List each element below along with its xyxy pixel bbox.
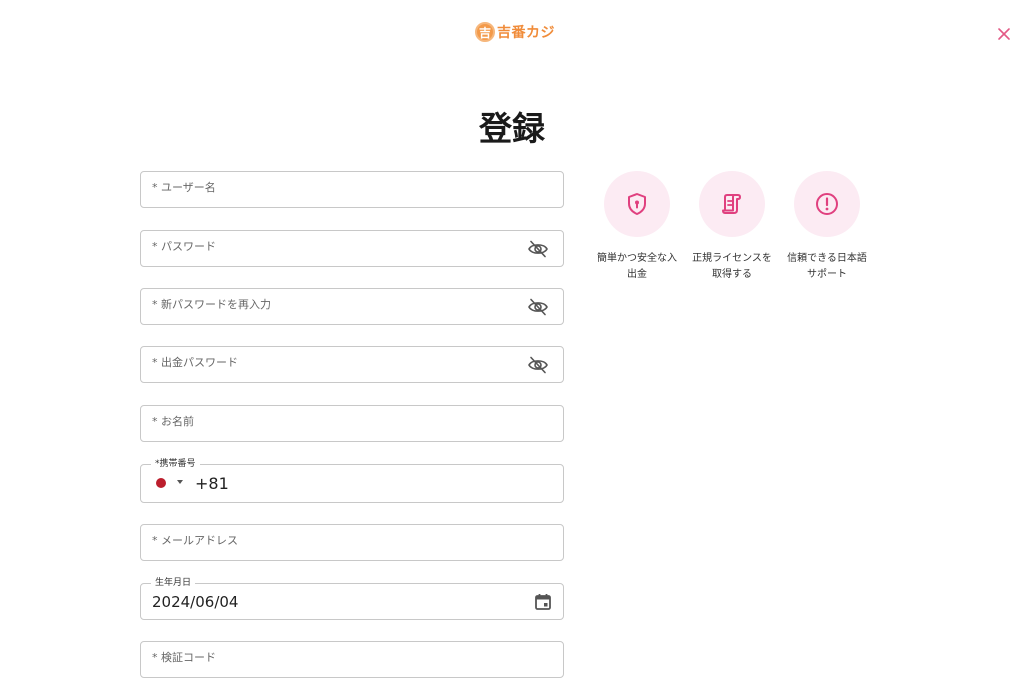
username-field[interactable]: * ユーザー名: [140, 171, 564, 208]
alert-circle-icon: [816, 193, 838, 215]
phone-legend: *携帯番号: [151, 458, 200, 470]
email-field[interactable]: * メールアドレス: [140, 524, 564, 561]
verification-code-placeholder: * 検証コード: [152, 651, 216, 664]
feature-label: 簡単かつ安全な入 出金: [597, 253, 677, 280]
eye-off-icon[interactable]: [527, 239, 549, 259]
feature-circle: [604, 171, 670, 237]
feature-circle: [699, 171, 765, 237]
chevron-down-icon[interactable]: [177, 480, 183, 484]
shield-icon: [628, 193, 646, 215]
birthday-field[interactable]: 生年月日 2024/06/04: [140, 577, 564, 620]
email-placeholder: * メールアドレス: [152, 534, 238, 547]
logo-mark: 吉: [475, 22, 495, 42]
birthday-legend: 生年月日: [151, 577, 196, 589]
username-placeholder: * ユーザー名: [152, 181, 216, 194]
name-placeholder: * お名前: [152, 415, 194, 428]
feature-secure-payments: 簡単かつ安全な入 出金: [590, 171, 684, 283]
close-icon[interactable]: [994, 24, 1014, 44]
japan-flag-icon[interactable]: [156, 478, 166, 488]
password-confirm-field[interactable]: * 新パスワードを再入力: [140, 288, 564, 325]
phone-field[interactable]: *携帯番号 +81: [140, 458, 564, 503]
certificate-icon: [722, 194, 741, 214]
phone-country-code: +81: [195, 474, 229, 493]
brand-logo[interactable]: 吉 吉番カジ: [475, 22, 555, 42]
withdraw-password-field[interactable]: * 出金パスワード: [140, 346, 564, 383]
feature-label: 正規ライセンスを 取得する: [692, 253, 772, 280]
birthday-value: 2024/06/04: [152, 593, 239, 611]
password-placeholder: * パスワード: [152, 240, 216, 253]
eye-off-icon[interactable]: [527, 297, 549, 317]
password-field[interactable]: * パスワード: [140, 230, 564, 267]
feature-license: 正規ライセンスを 取得する: [685, 171, 779, 283]
feature-japanese-support: 信頼できる日本語 サポート: [780, 171, 874, 283]
name-field[interactable]: * お名前: [140, 405, 564, 442]
calendar-icon[interactable]: [533, 592, 553, 612]
logo-text: 吉番カジ: [497, 25, 555, 41]
eye-off-icon[interactable]: [527, 355, 549, 375]
page-title: 登録: [479, 109, 545, 148]
verification-code-field[interactable]: * 検証コード: [140, 641, 564, 678]
password-confirm-placeholder: * 新パスワードを再入力: [152, 298, 271, 311]
feature-label: 信頼できる日本語 サポート: [787, 253, 867, 280]
feature-circle: [794, 171, 860, 237]
withdraw-password-placeholder: * 出金パスワード: [152, 356, 238, 369]
